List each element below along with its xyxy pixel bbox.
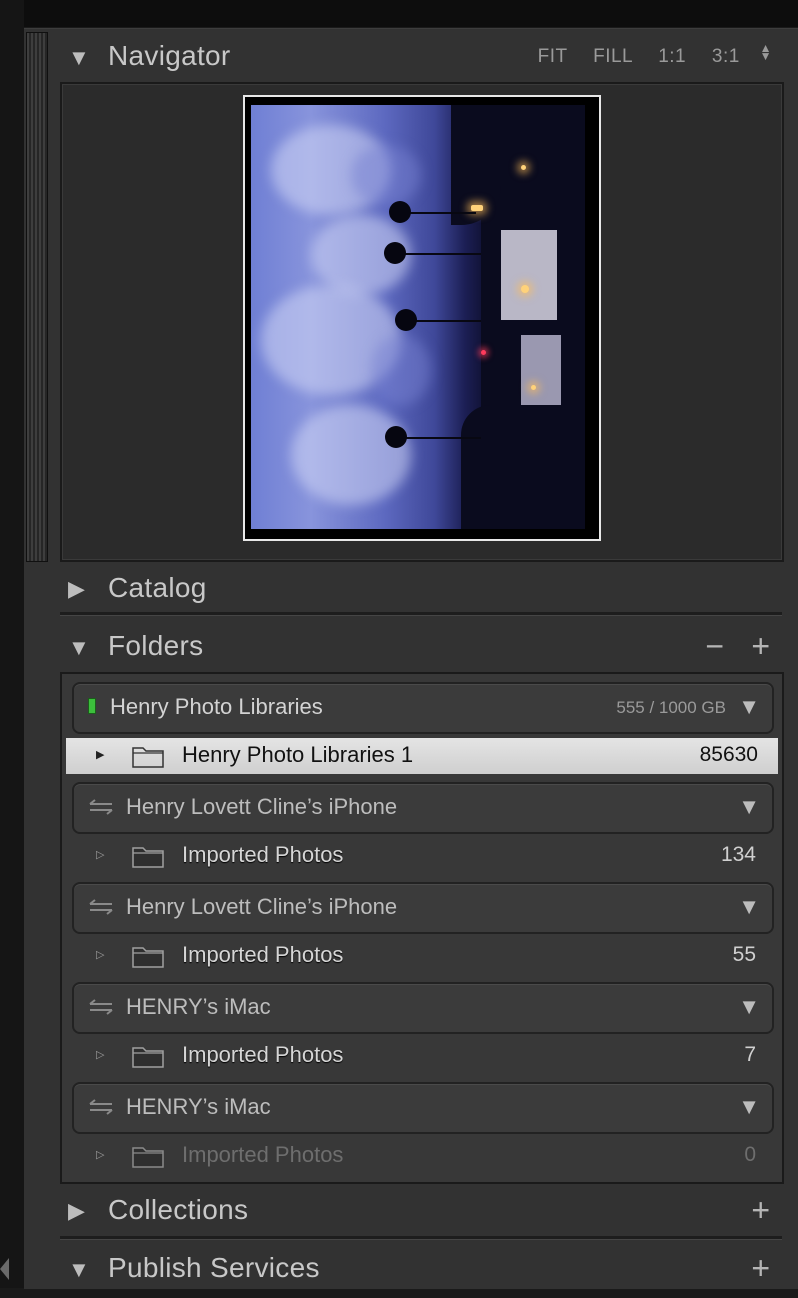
collapsed-triangle-icon[interactable]: ▶ xyxy=(68,1199,85,1223)
expanded-triangle-icon[interactable]: ▼ xyxy=(68,1258,90,1282)
folder-row[interactable]: ▶ Henry Photo Libraries 1 85630 xyxy=(66,738,778,774)
zoom-fit-option[interactable]: FIT xyxy=(538,46,568,67)
add-collection-button[interactable]: + xyxy=(751,1192,770,1229)
volume-name: Henry Lovett Cline’s iPhone xyxy=(126,794,398,819)
remove-folder-button[interactable]: − xyxy=(705,628,724,665)
volume-menu-triangle-icon[interactable]: ▼ xyxy=(738,794,760,820)
preview-frame xyxy=(243,95,601,541)
disclosure-arrow-icon[interactable]: ▷ xyxy=(96,1048,105,1061)
navigator-title: Navigator xyxy=(108,40,231,71)
folder-name: Imported Photos xyxy=(182,942,344,967)
folder-photo-count: 55 xyxy=(732,943,756,966)
volume-header[interactable]: Henry Lovett Cline’s iPhone ▼ xyxy=(72,782,774,834)
volume-menu-triangle-icon[interactable]: ▼ xyxy=(738,694,760,720)
catalog-header[interactable]: ▶ Catalog xyxy=(50,562,790,618)
folder-photo-count: 0 xyxy=(744,1143,756,1166)
left-edge xyxy=(0,0,24,1288)
sync-arrows-icon xyxy=(89,999,113,1015)
folder-icon xyxy=(132,847,164,868)
collections-header[interactable]: ▶ Collections + xyxy=(50,1184,790,1240)
collections-title: Collections xyxy=(108,1194,249,1225)
zoom-stepper-icon[interactable]: ▲ ▼ xyxy=(760,42,772,62)
folder-photo-count: 134 xyxy=(720,843,756,866)
folder-icon xyxy=(132,747,164,768)
folders-list: Henry Photo Libraries 555 / 1000 GB ▼ ▶ … xyxy=(60,672,784,1184)
folder-name: Henry Photo Libraries 1 xyxy=(182,742,414,767)
volume-status-indicator-icon xyxy=(88,698,96,714)
collapse-left-panel-arrow-icon[interactable] xyxy=(0,1258,9,1280)
sync-arrows-icon xyxy=(89,899,113,915)
navigator-zoom-options: FIT FILL 1:1 3:1 ▲ ▼ xyxy=(518,42,772,68)
add-publish-service-button[interactable]: + xyxy=(751,1250,770,1287)
add-folder-button[interactable]: + xyxy=(751,628,770,665)
folder-photo-count: 7 xyxy=(744,1043,756,1066)
separator xyxy=(60,1236,782,1240)
disclosure-arrow-icon[interactable]: ▷ xyxy=(96,848,105,861)
volume-capacity: 555 / 1000 GB xyxy=(616,698,726,717)
disclosure-arrow-icon[interactable]: ▶ xyxy=(96,748,105,761)
volume-header[interactable]: Henry Lovett Cline’s iPhone ▼ xyxy=(72,882,774,934)
zoom-3to1-option[interactable]: 3:1 xyxy=(712,46,740,67)
volume-menu-triangle-icon[interactable]: ▼ xyxy=(738,994,760,1020)
folder-name: Imported Photos xyxy=(182,842,344,867)
disclosure-arrow-icon[interactable]: ▷ xyxy=(96,948,105,961)
folder-icon xyxy=(132,1147,164,1168)
folder-name: Imported Photos xyxy=(182,1142,344,1167)
zoom-fill-option[interactable]: FILL xyxy=(593,46,632,67)
top-strip xyxy=(24,0,798,27)
collapsed-triangle-icon[interactable]: ▶ xyxy=(68,577,85,601)
navigator-preview[interactable] xyxy=(60,82,784,562)
zoom-1to1-option[interactable]: 1:1 xyxy=(658,46,686,67)
publish-services-title: Publish Services xyxy=(108,1252,320,1283)
folder-row[interactable]: ▷ Imported Photos 134 xyxy=(66,838,778,874)
volume-menu-triangle-icon[interactable]: ▼ xyxy=(738,894,760,920)
folder-icon xyxy=(132,1047,164,1068)
sync-arrows-icon xyxy=(89,1099,113,1115)
sync-arrows-icon xyxy=(89,799,113,815)
folder-icon xyxy=(132,947,164,968)
volume-name: Henry Photo Libraries xyxy=(110,694,323,719)
expanded-triangle-icon[interactable]: ▼ xyxy=(68,636,90,660)
folder-row[interactable]: ▷ Imported Photos 7 xyxy=(66,1038,778,1074)
separator xyxy=(60,612,782,616)
disclosure-arrow-icon[interactable]: ▷ xyxy=(96,1148,105,1161)
panel-resize-grip[interactable] xyxy=(26,32,48,562)
volume-header[interactable]: HENRY’s iMac ▼ xyxy=(72,1082,774,1134)
catalog-title: Catalog xyxy=(108,572,207,603)
volume-menu-triangle-icon[interactable]: ▼ xyxy=(738,1094,760,1120)
volume-name: HENRY’s iMac xyxy=(126,1094,271,1119)
preview-photo xyxy=(251,105,585,529)
expanded-triangle-icon[interactable]: ▼ xyxy=(68,46,90,70)
volume-name: HENRY’s iMac xyxy=(126,994,271,1019)
folders-header[interactable]: ▼ Folders − + xyxy=(50,620,790,676)
folder-name: Imported Photos xyxy=(182,1042,344,1067)
volume-name: Henry Lovett Cline’s iPhone xyxy=(126,894,398,919)
folder-row[interactable]: ▷ Imported Photos 0 xyxy=(66,1138,778,1174)
folder-photo-count: 85630 xyxy=(699,743,758,766)
publish-services-header[interactable]: ▼ Publish Services + xyxy=(50,1242,790,1298)
folder-row[interactable]: ▷ Imported Photos 55 xyxy=(66,938,778,974)
navigator-header[interactable]: ▼ Navigator FIT FILL 1:1 3:1 ▲ ▼ xyxy=(50,30,790,86)
volume-header[interactable]: Henry Photo Libraries 555 / 1000 GB ▼ xyxy=(72,682,774,734)
volume-header[interactable]: HENRY’s iMac ▼ xyxy=(72,982,774,1034)
folders-title: Folders xyxy=(108,630,204,661)
